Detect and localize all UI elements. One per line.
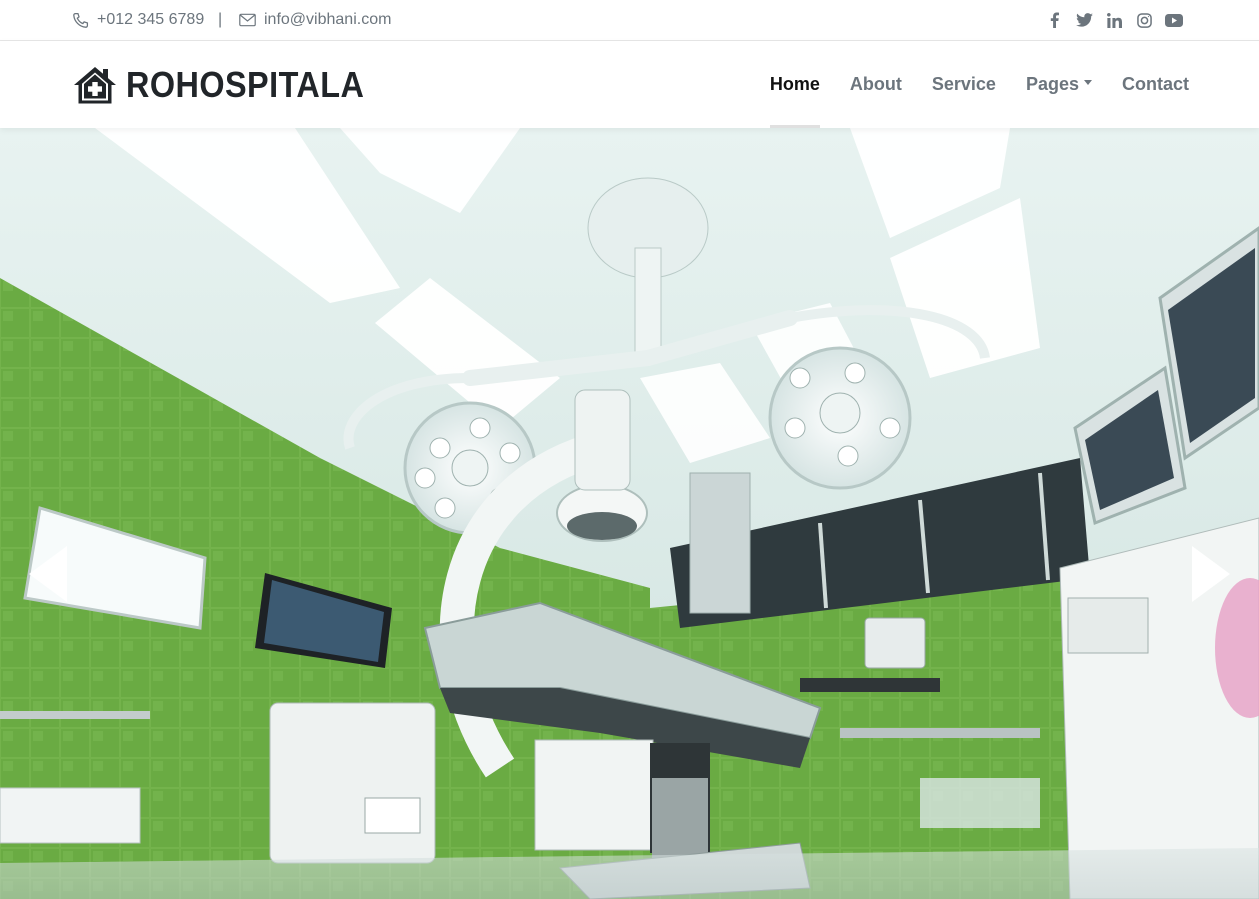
nav-item-service[interactable]: Service (932, 41, 996, 128)
instagram-icon (1136, 12, 1152, 28)
linkedin-link[interactable] (1099, 5, 1129, 35)
nav-label: Pages (1025, 74, 1079, 94)
carousel-prev-button[interactable] (22, 542, 72, 606)
nav-item-pages-dropdown[interactable]: Pages (1026, 41, 1092, 128)
main-navbar: ROHOSPITALA Home About Service Pages Con… (0, 41, 1259, 128)
phone-contact[interactable]: +012 345 6789 (72, 0, 204, 40)
twitter-link[interactable] (1069, 5, 1099, 35)
nav-item-contact[interactable]: Contact (1122, 41, 1189, 128)
nav-label: Contact (1122, 74, 1189, 94)
email-address: info@vibhani.com (264, 11, 392, 28)
twitter-icon (1075, 13, 1093, 27)
social-links (1039, 0, 1189, 40)
phone-number: +012 345 6789 (97, 11, 205, 28)
facebook-link[interactable] (1039, 5, 1069, 35)
top-bar: +012 345 6789 | info@vibhani.com (0, 0, 1259, 41)
nav-label: About (849, 74, 902, 94)
nav-item-home[interactable]: Home (769, 41, 820, 128)
email-contact[interactable]: info@vibhani.com (239, 0, 391, 40)
nav-label: Service (931, 74, 996, 94)
nav-menu: Home About Service Pages Contact (740, 41, 1189, 128)
youtube-link[interactable] (1159, 5, 1189, 35)
youtube-icon (1165, 13, 1183, 27)
hospital-house-icon (74, 67, 116, 104)
nav-label: Home (769, 74, 820, 94)
instagram-link[interactable] (1129, 5, 1159, 35)
brand-name: ROHOSPITALA (126, 64, 365, 105)
linkedin-icon (1106, 12, 1122, 28)
envelope-icon (239, 13, 256, 27)
operating-room-photo (0, 128, 1259, 899)
phone-icon (73, 12, 89, 28)
chevron-left-icon (29, 546, 67, 602)
caret-down-icon (1084, 80, 1092, 85)
nav-item-about[interactable]: About (850, 41, 902, 128)
contact-separator: | (218, 11, 223, 28)
hero-carousel (0, 128, 1259, 899)
carousel-next-button[interactable] (1187, 542, 1237, 606)
facebook-icon (1050, 12, 1059, 28)
chevron-right-icon (1192, 546, 1230, 602)
brand-logo[interactable]: ROHOSPITALA (72, 63, 391, 107)
